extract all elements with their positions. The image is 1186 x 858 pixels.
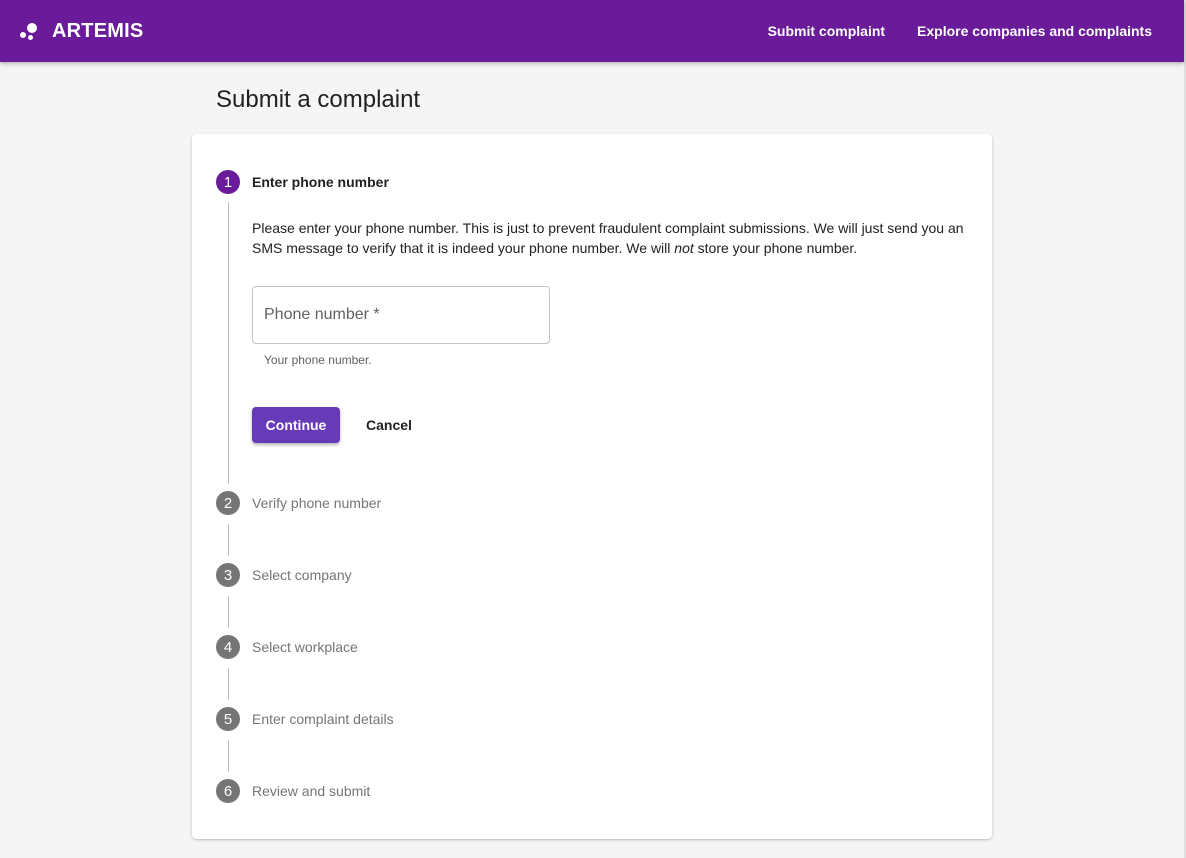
step-connector (228, 524, 229, 556)
step-connector (228, 740, 229, 772)
step-6-label[interactable]: Review and submit (252, 783, 370, 799)
top-nav: Submit complaint Explore companies and c… (736, 23, 1152, 39)
bubbles-icon (19, 21, 39, 41)
phone-helper-text: Your phone number. (264, 353, 372, 367)
cancel-button[interactable]: Cancel (352, 407, 426, 443)
step-3-number: 3 (216, 563, 240, 587)
brand-logo-link[interactable]: ARTEMIS (19, 20, 143, 43)
step-2-number: 2 (216, 491, 240, 515)
brand-name: ARTEMIS (52, 19, 144, 42)
step-4-label[interactable]: Select workplace (252, 639, 358, 655)
step-3-label[interactable]: Select company (252, 567, 352, 583)
step-6-number: 6 (216, 779, 240, 803)
step-connector (228, 596, 229, 628)
app-bar: ARTEMIS Submit complaint Explore compani… (0, 0, 1184, 62)
stepper-card: 1 Enter phone number Please enter your p… (192, 134, 992, 839)
step-1-description: Please enter your phone number. This is … (252, 220, 964, 256)
nav-explore-companies[interactable]: Explore companies and complaints (917, 23, 1152, 39)
page-title: Submit a complaint (216, 86, 421, 113)
phone-number-input[interactable] (253, 287, 549, 343)
step-5-number: 5 (216, 707, 240, 731)
phone-number-field (252, 286, 550, 344)
nav-submit-complaint[interactable]: Submit complaint (768, 23, 885, 39)
step-4-number: 4 (216, 635, 240, 659)
step-2-label[interactable]: Verify phone number (252, 495, 381, 511)
step-1-number: 1 (216, 170, 240, 194)
step-connector (228, 202, 229, 484)
step-1-label[interactable]: Enter phone number (252, 174, 389, 190)
step-5-label[interactable]: Enter complaint details (252, 711, 394, 727)
continue-button[interactable]: Continue (252, 407, 340, 443)
step-connector (228, 668, 229, 700)
